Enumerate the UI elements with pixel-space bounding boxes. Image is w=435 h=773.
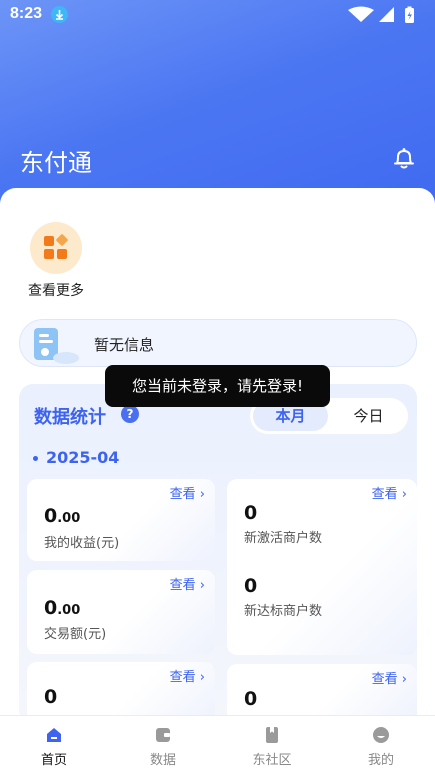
stat-value: 0 bbox=[44, 686, 58, 708]
tab-data[interactable]: 数据 bbox=[109, 716, 217, 773]
apps-icon bbox=[30, 222, 82, 274]
notice-icon bbox=[32, 325, 80, 365]
stat-card-merchants: 查看 › 0 新激活商户数 0 新达标商户数 bbox=[227, 479, 417, 655]
stat-value: 0 bbox=[244, 502, 258, 524]
stat-caption: 新达标商户数 bbox=[244, 604, 323, 619]
tab-home[interactable]: 首页 bbox=[0, 716, 108, 773]
tab-label: 数据 bbox=[149, 753, 176, 768]
view-link[interactable]: 查看 › bbox=[372, 668, 407, 687]
view-link[interactable]: 查看 › bbox=[372, 483, 407, 502]
stat-caption: 我的收益(元) bbox=[44, 536, 120, 551]
tab-label: 我的 bbox=[367, 753, 394, 768]
view-link[interactable]: 查看 › bbox=[170, 574, 205, 593]
stat-value: 0 bbox=[244, 575, 258, 597]
stat-card-earnings: 查看 › 0.00 我的收益(元) bbox=[27, 479, 215, 561]
stat-caption: 交易额(元) bbox=[44, 627, 107, 642]
status-icons bbox=[345, 6, 425, 24]
notice-text: 暂无信息 bbox=[94, 336, 155, 354]
profile-icon bbox=[373, 727, 389, 743]
stat-value: 0 bbox=[244, 688, 258, 710]
stat-caption: 新激活商户数 bbox=[244, 531, 323, 546]
status-bar: 8:23 bbox=[0, 0, 435, 30]
stat-value: 0.00 bbox=[44, 505, 81, 527]
wifi-icon bbox=[348, 6, 374, 22]
view-link[interactable]: 查看 › bbox=[170, 666, 205, 685]
login-toast: 您当前未登录，请先登录! bbox=[105, 365, 330, 407]
home-icon bbox=[47, 728, 61, 742]
stats-title: 数据统计 bbox=[34, 407, 106, 428]
community-icon bbox=[266, 727, 278, 743]
tab-today[interactable]: 今日 bbox=[332, 401, 405, 431]
data-stats-panel: 数据统计 ? 本月 今日 2025-04 查看 › 0.00 我的收益(元) 查… bbox=[19, 384, 417, 724]
status-time: 8:23 bbox=[10, 5, 43, 22]
app-title: 东付通 bbox=[20, 149, 92, 177]
stat-card-volume: 查看 › 0.00 交易额(元) bbox=[27, 570, 215, 654]
data-icon bbox=[156, 728, 170, 742]
tab-community[interactable]: 东社区 bbox=[218, 716, 326, 773]
tab-label: 首页 bbox=[40, 753, 67, 768]
bullet-icon bbox=[33, 456, 38, 461]
tab-profile[interactable]: 我的 bbox=[327, 716, 435, 773]
download-icon bbox=[51, 6, 68, 23]
period-label: 2025-04 bbox=[33, 448, 119, 467]
bell-icon[interactable] bbox=[391, 145, 417, 171]
view-more-label: 查看更多 bbox=[28, 283, 84, 299]
tab-label: 东社区 bbox=[252, 753, 292, 768]
notice-bar[interactable]: 暂无信息 bbox=[19, 319, 417, 367]
stat-value: 0.00 bbox=[44, 597, 81, 619]
view-more-shortcut[interactable]: 查看更多 bbox=[22, 222, 90, 300]
period-value: 2025-04 bbox=[46, 448, 120, 467]
view-link[interactable]: 查看 › bbox=[170, 483, 205, 502]
signal-icon bbox=[379, 7, 394, 22]
help-icon[interactable]: ? bbox=[121, 405, 139, 423]
bottom-tab-bar: 首页 数据 东社区 我的 bbox=[0, 715, 435, 773]
